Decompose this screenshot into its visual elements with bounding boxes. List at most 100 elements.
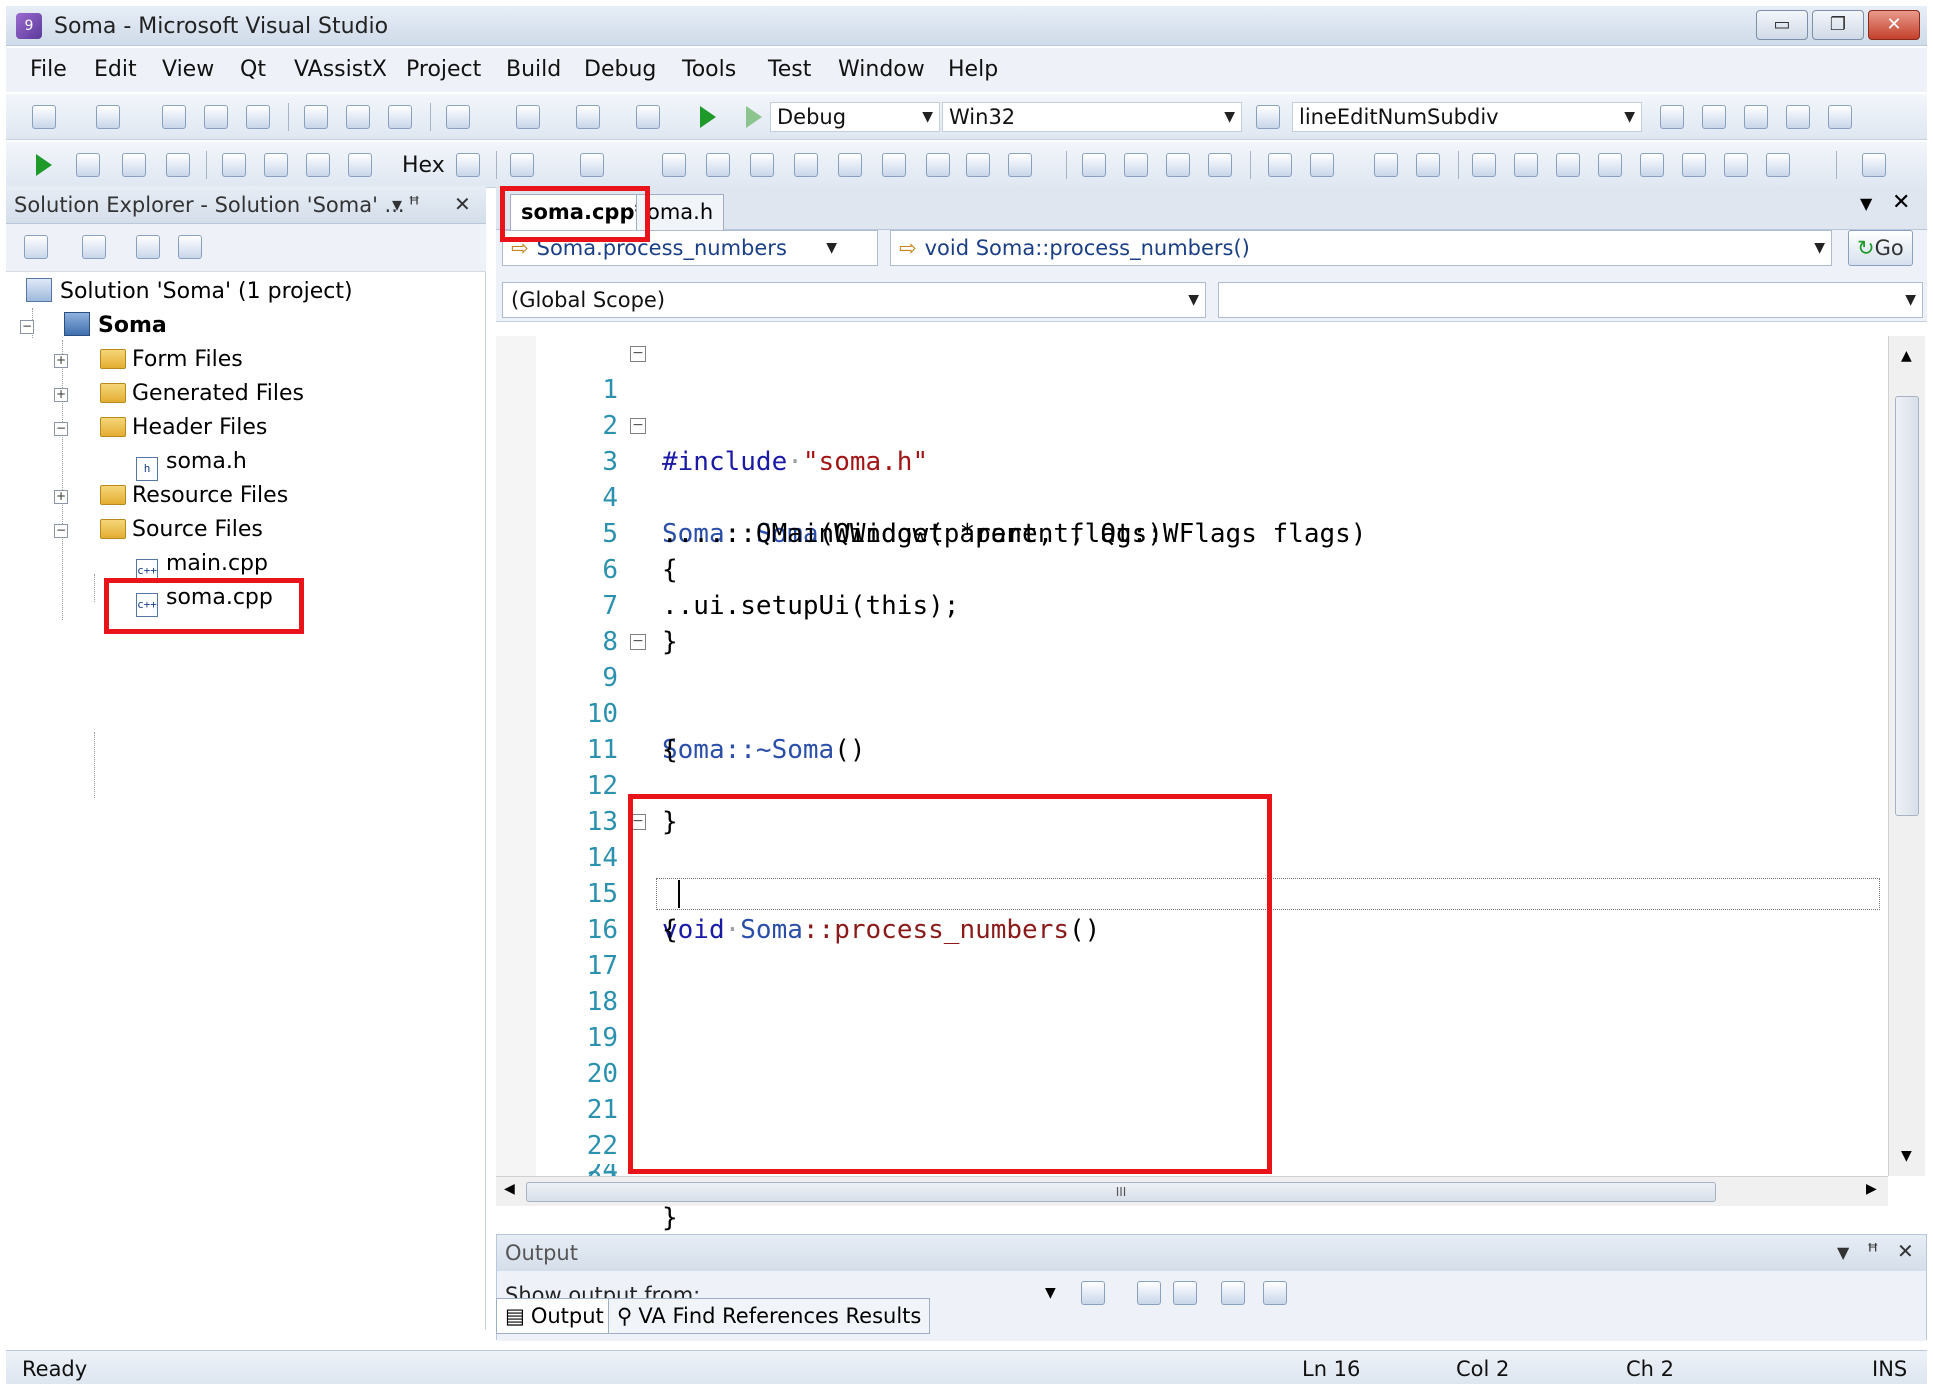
menu-help[interactable]: Help xyxy=(948,57,998,82)
menu-tools[interactable]: Tools xyxy=(682,57,736,82)
breakpoints-icon[interactable] xyxy=(456,153,480,177)
code-line-9[interactable]: 9 − Soma::~Soma() xyxy=(536,624,1886,765)
step-over-icon[interactable] xyxy=(306,153,330,177)
code-line-8[interactable]: 8 xyxy=(536,588,1886,657)
save-all-icon[interactable] xyxy=(246,105,270,129)
tab-va-find-references[interactable]: ⚲ VA Find References Results xyxy=(608,1298,931,1334)
toolbox-icon[interactable] xyxy=(1786,105,1810,129)
scrollbar-thumb[interactable] xyxy=(1895,396,1919,816)
expand-icon[interactable]: + xyxy=(54,490,68,504)
uncomment-icon[interactable] xyxy=(1416,153,1440,177)
outdent-icon[interactable] xyxy=(1310,153,1334,177)
collapse-icon[interactable]: − xyxy=(630,418,646,434)
tree-form-files[interactable]: Form Files xyxy=(100,344,243,376)
collapse-icon[interactable]: − xyxy=(630,634,646,650)
menu-build[interactable]: Build xyxy=(506,57,561,82)
outline-icon[interactable] xyxy=(1082,153,1106,177)
close-icon[interactable]: ✕ xyxy=(1897,1239,1914,1263)
collapse-icon[interactable]: − xyxy=(54,524,68,538)
scroll-up-icon[interactable]: ▲ xyxy=(1901,348,1912,364)
menu-file[interactable]: File xyxy=(30,57,67,82)
clear-all-icon[interactable] xyxy=(1221,1281,1245,1305)
configuration-combo[interactable]: Debug ▼ xyxy=(770,102,940,132)
pin-icon[interactable]: ▾ ꟸ xyxy=(392,192,420,216)
navigate-backward-icon[interactable] xyxy=(576,105,600,129)
redo-icon[interactable] xyxy=(516,105,540,129)
scrollbar-thumb[interactable]: III xyxy=(526,1182,1716,1202)
code-line-7[interactable]: 7 } xyxy=(536,552,1886,657)
continue-icon[interactable] xyxy=(36,154,52,176)
spell-check-icon[interactable] xyxy=(966,153,990,177)
refactor-icon[interactable] xyxy=(882,153,906,177)
go-to-previous-icon[interactable] xyxy=(1137,1281,1161,1305)
find-symbol-icon[interactable] xyxy=(794,153,818,177)
member-combo[interactable]: ⇨ void Soma::process_numbers() ▼ xyxy=(890,230,1832,266)
paste-icon[interactable] xyxy=(388,105,412,129)
menu-edit[interactable]: Edit xyxy=(94,57,137,82)
bookmark-prev-icon[interactable] xyxy=(1514,153,1538,177)
tree-project-soma[interactable]: Soma xyxy=(64,310,167,342)
code-line-2[interactable]: 2 xyxy=(536,372,1886,441)
cut-icon[interactable] xyxy=(304,105,328,129)
minimize-button[interactable]: ▭ xyxy=(1756,10,1808,40)
menu-view[interactable]: View xyxy=(162,57,214,82)
go-button[interactable]: ↻Go xyxy=(1848,230,1913,266)
qt-icon[interactable] xyxy=(750,153,774,177)
platform-combo[interactable]: Win32 ▼ xyxy=(942,102,1242,132)
code-line-5[interactable]: 5 { xyxy=(536,480,1886,585)
tree-source-files[interactable]: Source Files xyxy=(100,514,263,546)
expand-icon[interactable]: + xyxy=(54,354,68,368)
code-line-3[interactable]: 3 − Soma::Soma(QWidget *parent, Qt::WFla… xyxy=(536,408,1886,549)
step-into-icon[interactable] xyxy=(264,153,288,177)
find-message-icon[interactable] xyxy=(1081,1281,1105,1305)
properties-icon[interactable] xyxy=(1744,105,1768,129)
collapse-icon[interactable]: − xyxy=(54,422,68,436)
view-class-diagram-icon[interactable] xyxy=(178,235,202,259)
code-line-10[interactable]: 10 { xyxy=(536,660,1886,765)
tree-solution[interactable]: Solution 'Soma' (1 project) xyxy=(26,276,353,308)
qt-designer-icon[interactable] xyxy=(662,153,686,177)
menu-vassistx[interactable]: VAssistX xyxy=(294,57,387,82)
tree-file-main-cpp[interactable]: c++ main.cpp xyxy=(136,548,268,583)
stop-debugging-icon[interactable] xyxy=(122,153,146,177)
start-without-debugging-icon[interactable] xyxy=(746,106,762,128)
tree-header-files[interactable]: Header Files xyxy=(100,412,267,444)
restore-button[interactable]: ❐ xyxy=(1812,10,1864,40)
find-combo[interactable]: lineEditNumSubdiv ▼ xyxy=(1292,102,1642,132)
paste-history-icon[interactable] xyxy=(1008,153,1032,177)
function-combo[interactable]: ▼ xyxy=(1218,282,1923,318)
scope-combo[interactable]: (Global Scope) ▼ xyxy=(502,282,1206,318)
bookmark-next-icon[interactable] xyxy=(1556,153,1580,177)
menu-test[interactable]: Test xyxy=(768,57,811,82)
code-snippet-icon[interactable] xyxy=(926,153,950,177)
navigate-forward-icon[interactable] xyxy=(636,105,660,129)
step-out-icon[interactable] xyxy=(348,153,372,177)
add-item-icon[interactable] xyxy=(96,105,120,129)
break-all-icon[interactable] xyxy=(76,153,100,177)
list-methods-icon[interactable] xyxy=(1124,153,1148,177)
collapse-icon[interactable]: − xyxy=(630,346,646,362)
tree-resource-files[interactable]: Resource Files xyxy=(100,480,288,512)
find-icon[interactable] xyxy=(1660,105,1684,129)
bookmark-icon[interactable] xyxy=(1166,153,1190,177)
bookmark-export-icon[interactable] xyxy=(1724,153,1748,177)
tree-file-soma-h[interactable]: h soma.h xyxy=(136,446,247,481)
scroll-left-icon[interactable]: ◀ xyxy=(504,1181,515,1197)
menu-qt[interactable]: Qt xyxy=(240,57,266,82)
refresh-icon[interactable] xyxy=(82,235,106,259)
calendar-icon[interactable] xyxy=(1862,153,1886,177)
undo-icon[interactable] xyxy=(446,105,470,129)
collapse-icon[interactable]: − xyxy=(20,320,34,334)
word-wrap-icon[interactable] xyxy=(1263,1281,1287,1305)
new-project-icon[interactable] xyxy=(32,105,56,129)
rename-icon[interactable] xyxy=(838,153,862,177)
bookmark-import-icon[interactable] xyxy=(1766,153,1790,177)
font-size-icon[interactable] xyxy=(1208,153,1232,177)
find-in-files-icon[interactable] xyxy=(1256,105,1280,129)
bookmark-list-icon[interactable] xyxy=(1682,153,1706,177)
start-debugging-icon[interactable] xyxy=(700,106,716,128)
indent-icon[interactable] xyxy=(1268,153,1292,177)
close-icon[interactable]: ✕ xyxy=(1892,190,1910,215)
menu-window[interactable]: Window xyxy=(838,57,925,82)
code-line-4[interactable]: 4 ....: QMainWindow(parent, flags) xyxy=(536,444,1886,549)
